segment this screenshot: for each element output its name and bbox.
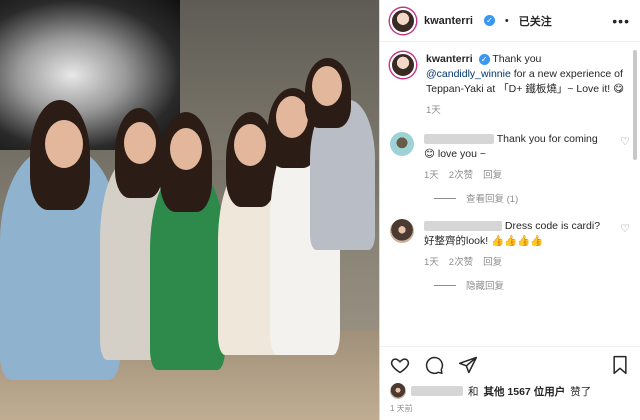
comment-item: Thank you for coming 😊 love you ~ 1天 2次赞…: [390, 132, 630, 183]
more-horizontal-icon[interactable]: •••: [612, 13, 630, 29]
comment-reply-button[interactable]: 回复: [483, 255, 502, 270]
comments-scrollbar[interactable]: [633, 50, 637, 160]
caption-time[interactable]: 1天: [426, 103, 441, 118]
redacted-username[interactable]: [424, 221, 502, 232]
like-heart-icon[interactable]: [390, 355, 410, 375]
caption-username[interactable]: kwanterri: [426, 53, 473, 65]
person-6-face: [312, 66, 342, 106]
save-bookmark-icon[interactable]: [610, 355, 630, 375]
redacted-username[interactable]: [424, 134, 494, 145]
caption-meta: 1天: [426, 103, 630, 118]
comment-body: Thank you for coming 😊 love you ~ 1天 2次赞…: [424, 132, 610, 183]
view-replies-button[interactable]: 查看回复 (1): [434, 191, 630, 205]
comment-icon[interactable]: [424, 355, 444, 375]
person-4-face: [234, 124, 266, 166]
comment-meta: 1天 2次赞 回复: [424, 168, 610, 183]
replies-line: [434, 197, 456, 199]
comment-likes[interactable]: 2次赞: [449, 255, 473, 270]
post-side-panel: kwanterri ✓ • 已关注 ••• kwanterri ✓ Thank …: [379, 0, 640, 420]
comment-meta: 1天 2次赞 回复: [424, 255, 610, 270]
likes-count-link[interactable]: 其他 1567 位用户: [484, 384, 566, 399]
post-header: kwanterri ✓ • 已关注 •••: [380, 0, 640, 42]
share-paper-plane-icon[interactable]: [458, 355, 478, 375]
likes-summary: 和 其他 1567 位用户 赞了: [380, 382, 640, 400]
comment-time[interactable]: 1天: [424, 255, 439, 270]
liker-avatar[interactable]: [390, 383, 406, 399]
person-3-face: [170, 128, 202, 170]
caption: kwanterri ✓ Thank you @candidly_winnie f…: [390, 52, 630, 118]
view-replies-label: 查看回复 (1): [466, 194, 519, 205]
commenter-avatar[interactable]: [390, 132, 414, 156]
comment-heart-icon[interactable]: ♡: [620, 135, 630, 148]
likes-and: 和: [468, 385, 479, 398]
follow-status-button[interactable]: 已关注: [519, 13, 552, 29]
verified-badge-icon: ✓: [478, 54, 490, 65]
comment-item: Dress code is cardi? 好整齊的look! 👍👍👍👍 1天 2…: [390, 219, 630, 270]
comment-time[interactable]: 1天: [424, 168, 439, 183]
author-avatar[interactable]: [390, 7, 416, 34]
caption-mention-link[interactable]: @candidly_winnie: [426, 68, 511, 80]
comment-reply-button[interactable]: 回复: [483, 168, 502, 183]
comment-body: Dress code is cardi? 好整齊的look! 👍👍👍👍 1天 2…: [424, 219, 610, 270]
person-5-face: [276, 96, 308, 138]
comment-likes[interactable]: 2次赞: [449, 168, 473, 183]
commenter-avatar[interactable]: [390, 219, 414, 243]
caption-body: kwanterri ✓ Thank you @candidly_winnie f…: [426, 52, 630, 118]
person-1-face: [45, 120, 83, 168]
comments-list[interactable]: kwanterri ✓ Thank you @candidly_winnie f…: [380, 42, 640, 346]
caption-avatar[interactable]: [390, 52, 416, 78]
comment-heart-icon[interactable]: ♡: [620, 222, 630, 235]
author-username[interactable]: kwanterri: [424, 15, 473, 27]
person-2-face: [124, 122, 156, 164]
instagram-post-view: kwanterri ✓ • 已关注 ••• kwanterri ✓ Thank …: [0, 0, 640, 420]
likes-suffix: 赞了: [570, 385, 592, 398]
post-timestamp[interactable]: 1 天前: [380, 400, 640, 420]
caption-text-before: Thank you: [492, 53, 542, 65]
hide-replies-label: 隐藏回复: [466, 281, 505, 292]
post-action-bar: [380, 346, 640, 382]
redacted-liker-username[interactable]: [411, 386, 463, 396]
hide-replies-button[interactable]: 隐藏回复: [434, 278, 630, 292]
replies-line: [434, 284, 456, 286]
post-photo[interactable]: [0, 0, 379, 420]
verified-badge-icon: ✓: [483, 15, 495, 26]
separator-dot: •: [504, 14, 509, 27]
